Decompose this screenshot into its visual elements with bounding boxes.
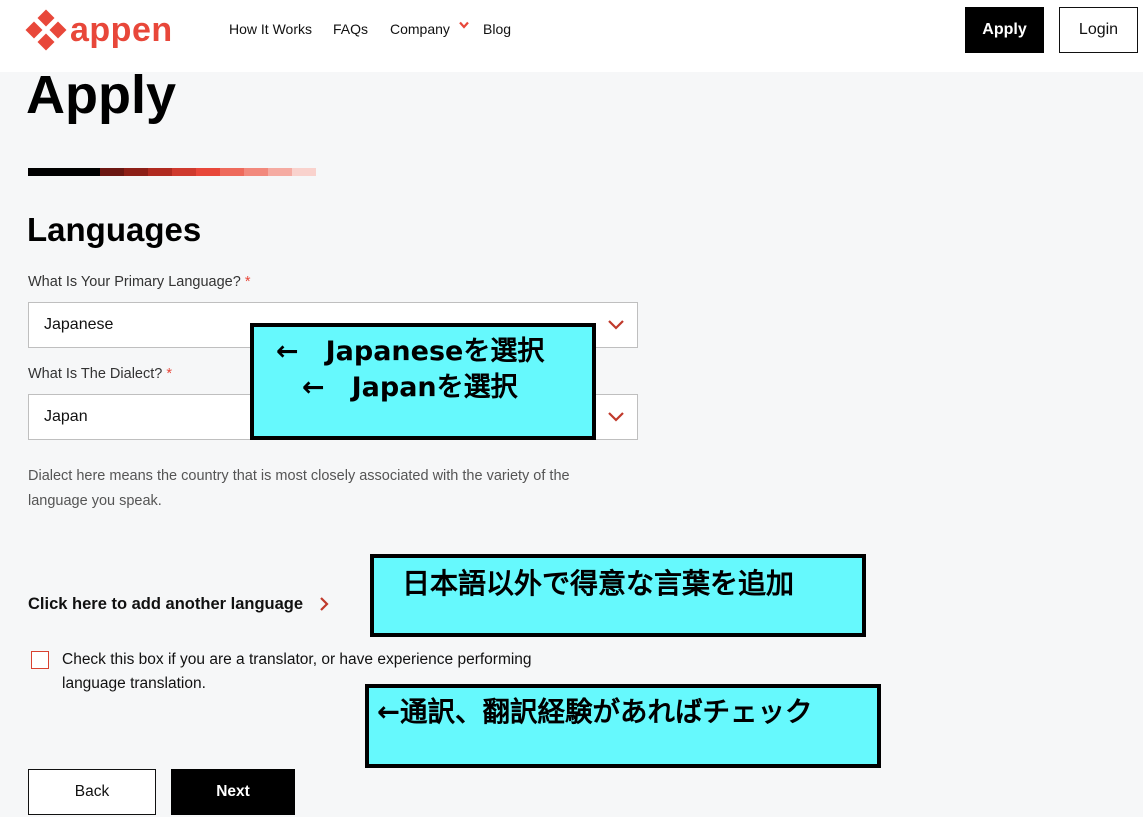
annotation-select-language: ← Japaneseを選択 ← Japanを選択 — [250, 323, 596, 440]
dialect-helper-text: Dialect here means the country that is m… — [28, 468, 570, 509]
progress-segment — [244, 168, 268, 176]
chevron-down-icon[interactable] — [459, 21, 469, 29]
annotation-translator-check: ←通訳、翻訳経験があればチェック — [365, 684, 881, 768]
appen-logo[interactable]: appen — [25, 9, 173, 51]
chevron-down-icon — [608, 320, 624, 330]
nav-company[interactable]: Company — [390, 20, 450, 38]
progress-segment — [220, 168, 244, 176]
dialect-label-text: What Is The Dialect? — [28, 366, 163, 382]
required-mark: * — [166, 366, 173, 382]
progress-segment — [124, 168, 148, 176]
appen-logo-icon — [25, 9, 67, 51]
page-title: Apply — [26, 65, 177, 125]
logo-text: appen — [70, 11, 173, 49]
section-title: Languages — [27, 211, 202, 248]
progress-segment — [148, 168, 172, 176]
nav-how-it-works[interactable]: How It Works — [229, 20, 312, 38]
progress-segment — [292, 168, 316, 176]
translator-checkbox[interactable] — [31, 651, 49, 669]
dialect-value: Japan — [44, 408, 88, 425]
progress-segment — [100, 168, 124, 176]
header-apply-button[interactable]: Apply — [965, 7, 1044, 53]
next-button[interactable]: Next — [171, 769, 295, 815]
chevron-down-icon — [608, 412, 624, 422]
nav-faqs[interactable]: FAQs — [333, 20, 368, 38]
nav-blog[interactable]: Blog — [483, 20, 511, 38]
primary-language-label-text: What Is Your Primary Language? — [28, 274, 241, 290]
annotation-line-1: ← Japaneseを選択 — [276, 336, 545, 367]
primary-language-value: Japanese — [44, 316, 114, 333]
progress-segment — [268, 168, 292, 176]
primary-language-label: What Is Your Primary Language? * — [28, 272, 250, 292]
header-login-button[interactable]: Login — [1059, 7, 1138, 53]
chevron-right-icon — [320, 597, 329, 611]
annotation-line-2: ← Japanを選択 — [302, 372, 518, 403]
progress-segment — [172, 168, 196, 176]
dialect-label: What Is The Dialect? * — [28, 364, 172, 384]
add-language-link[interactable]: Click here to add another language — [28, 593, 329, 615]
site-header: appen How It Works FAQs Company Blog App… — [0, 0, 1143, 72]
annotation-add-language: 日本語以外で得意な言葉を追加 — [370, 554, 866, 637]
required-mark: * — [244, 274, 251, 290]
progress-bar — [28, 168, 316, 176]
progress-segment — [196, 168, 220, 176]
add-language-label: Click here to add another language — [28, 595, 304, 613]
progress-segment — [28, 168, 100, 176]
back-button[interactable]: Back — [28, 769, 156, 815]
